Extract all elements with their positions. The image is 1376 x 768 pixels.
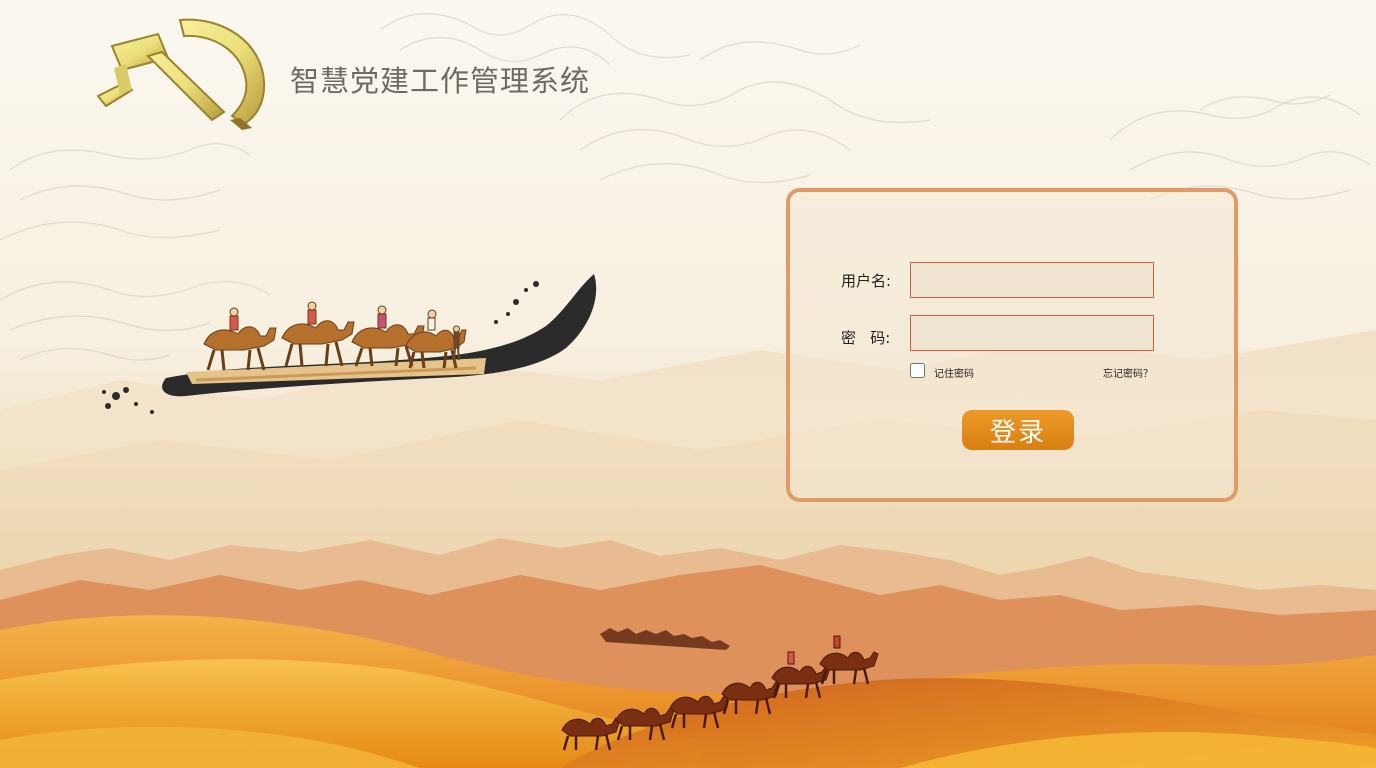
remember-password-checkbox[interactable]	[910, 363, 925, 378]
party-emblem-icon	[96, 18, 266, 130]
password-input[interactable]	[910, 315, 1154, 351]
username-label: 用户名:	[841, 272, 892, 290]
login-page: 智慧党建工作管理系统 用户名: 密 码: 记住密码 忘记密码？ 登录	[0, 0, 1376, 768]
login-button[interactable]: 登录	[962, 410, 1074, 450]
password-label: 密 码:	[841, 329, 891, 347]
username-input[interactable]	[910, 262, 1154, 298]
camel-caravan-illustration	[102, 274, 597, 414]
remember-password-label: 记住密码	[934, 369, 974, 380]
login-form: 用户名: 密 码: 记住密码 忘记密码？ 登录	[786, 188, 1238, 502]
app-title: 智慧党建工作管理系统	[290, 64, 591, 98]
forgot-password-link[interactable]: 忘记密码？	[1103, 365, 1153, 380]
desert-caravan-silhouette	[561, 628, 879, 751]
